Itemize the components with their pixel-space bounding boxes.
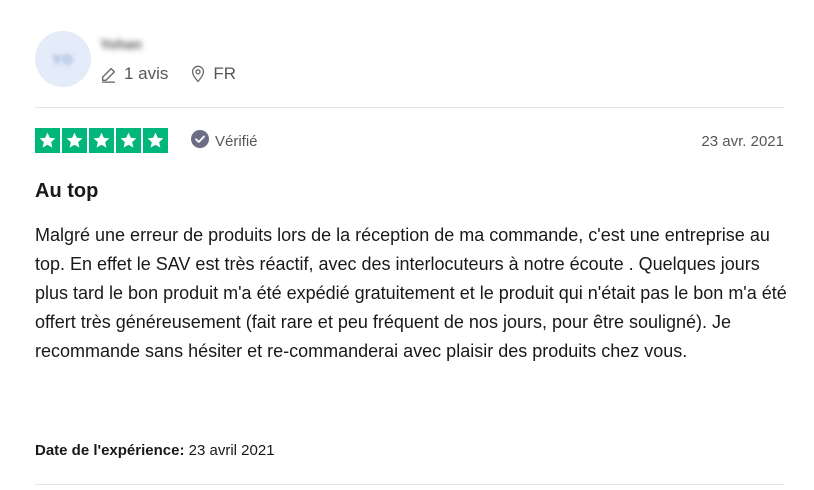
star-icon: [116, 128, 141, 153]
star-icon: [89, 128, 114, 153]
star-icon: [35, 128, 60, 153]
location-pin-icon: [190, 65, 206, 83]
avatar-initials: YO: [52, 51, 74, 67]
reviewer-name[interactable]: Yohan: [100, 36, 142, 52]
reviewer-meta: 1 avis FR: [100, 64, 236, 84]
reviewer-country: FR: [190, 64, 236, 84]
reviews-count: 1 avis: [100, 64, 168, 84]
star-icon: [62, 128, 87, 153]
divider: [35, 107, 784, 108]
reviews-count-label: 1 avis: [124, 64, 169, 83]
star-rating: [35, 128, 168, 153]
star-icon: [143, 128, 168, 153]
experience-date-value: 23 avril 2021: [188, 442, 275, 459]
country-label: FR: [213, 64, 237, 83]
verified-badge[interactable]: Vérifié: [191, 130, 258, 152]
experience-date: Date de l'expérience: 23 avril 2021: [35, 442, 275, 459]
review-date: 23 avr. 2021: [701, 133, 784, 150]
pencil-icon: [100, 66, 117, 83]
divider: [35, 484, 784, 485]
avatar[interactable]: YO: [35, 31, 91, 87]
review-body: Malgré une erreur de produits lors de la…: [35, 225, 787, 361]
review-card: YO Yohan 1 avis FR Vérifié 23 avr. 2021 …: [0, 0, 814, 490]
check-circle-icon: [191, 130, 209, 152]
verified-label: Vérifié: [215, 132, 258, 150]
experience-date-label: Date de l'expérience:: [35, 442, 185, 459]
review-title[interactable]: Au top: [35, 180, 98, 203]
